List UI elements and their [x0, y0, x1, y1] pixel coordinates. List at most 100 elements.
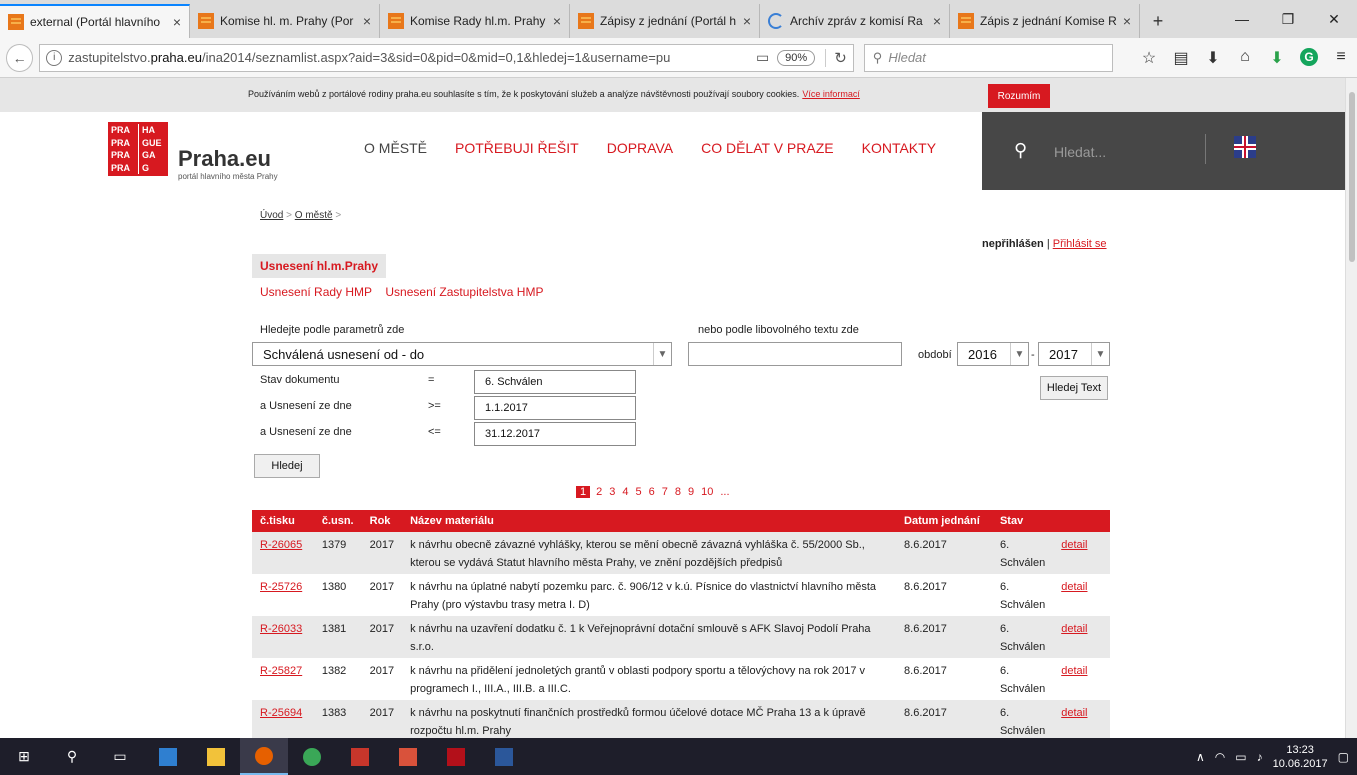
tab-close-icon[interactable]: × — [553, 13, 561, 29]
browser-tab[interactable]: Komise hl. m. Prahy (Por × — [190, 4, 380, 38]
snipping-tool-icon[interactable] — [336, 738, 384, 775]
reader-app-icon[interactable] — [384, 738, 432, 775]
search-button[interactable]: Hledej — [254, 454, 320, 478]
page-link[interactable]: 4 — [622, 486, 628, 498]
menu-icon[interactable]: ≡ — [1325, 48, 1357, 68]
col-header-usn[interactable]: č.usn. — [313, 510, 362, 532]
col-header-rok[interactable]: Rok — [361, 510, 403, 532]
reload-icon[interactable]: ↻ — [825, 48, 847, 67]
home-icon[interactable]: ⌂ — [1229, 48, 1261, 68]
browser-tab[interactable]: Zápisy z jednání (Portál h × — [570, 4, 760, 38]
praha-logo[interactable]: PRA HA PRA GUE PRA GA PRA G — [108, 122, 168, 176]
page-link[interactable]: 5 — [636, 486, 642, 498]
chevron-up-icon[interactable]: ∧ — [1196, 750, 1205, 764]
col-header-tisk[interactable]: č.tisku — [252, 510, 314, 532]
search-icon[interactable]: ⚲ — [1014, 140, 1027, 161]
info-icon[interactable]: i — [46, 49, 63, 66]
wifi-icon[interactable]: ◠ — [1215, 750, 1225, 764]
browser-tab[interactable]: Zápis z jednání Komise R × — [950, 4, 1140, 38]
extension-download-icon[interactable]: ⬇ — [1261, 48, 1293, 68]
detail-link[interactable]: detail — [1061, 581, 1087, 593]
param-select[interactable]: Schválená usnesení od - do ▼ — [252, 342, 672, 366]
logo-text[interactable]: Praha.eu — [178, 146, 271, 172]
file-explorer-icon[interactable] — [192, 738, 240, 775]
windows-start-icon[interactable]: ⊞ — [0, 738, 48, 775]
tab-close-icon[interactable]: × — [363, 13, 371, 29]
browser-tab[interactable]: Archív zpráv z komisí Ra × — [760, 4, 950, 38]
browser-tab[interactable]: external (Portál hlavního × — [0, 4, 190, 38]
page-link[interactable]: 3 — [609, 486, 615, 498]
cookie-accept-button[interactable]: Rozumím — [988, 84, 1050, 108]
tab-close-icon[interactable]: × — [933, 13, 941, 29]
detail-link[interactable]: detail — [1061, 707, 1087, 719]
minimize-icon[interactable]: — — [1219, 11, 1265, 27]
page-link[interactable]: 9 — [688, 486, 694, 498]
chrome-app-icon[interactable] — [288, 738, 336, 775]
back-arrow-icon[interactable]: ← — [6, 43, 34, 72]
breadcrumb-home[interactable]: Úvod — [260, 210, 283, 221]
section-tab[interactable]: Usnesení hl.m.Prahy — [252, 254, 387, 278]
col-header-nazev[interactable]: Název materiálu — [402, 510, 897, 532]
bookmark-star-icon[interactable]: ☆ — [1133, 48, 1165, 68]
detail-link[interactable]: detail — [1061, 539, 1087, 551]
tisk-link[interactable]: R-25827 — [260, 665, 302, 677]
browser-search-input[interactable]: ⚲ Hledat — [863, 43, 1113, 72]
page-link-more[interactable]: ... — [720, 486, 729, 498]
acrobat-app-icon[interactable] — [432, 738, 480, 775]
detail-link[interactable]: detail — [1061, 623, 1087, 635]
zoom-level-badge[interactable]: 90% — [777, 49, 816, 66]
nav-doprava[interactable]: DOPRAVA — [607, 140, 673, 156]
date-from-field[interactable]: 1.1.2017 — [474, 396, 636, 420]
nav-kontakty[interactable]: KONTAKTY — [862, 140, 936, 156]
battery-icon[interactable]: ▭ — [1235, 750, 1246, 764]
link-usneseni-zastupitelstva[interactable]: Usnesení Zastupitelstva HMP — [385, 285, 543, 299]
col-header-stav[interactable]: Stav — [991, 510, 1054, 532]
page-link[interactable]: 2 — [596, 486, 602, 498]
nav-potrebuji-resit[interactable]: POTŘEBUJI ŘEŠIT — [455, 140, 579, 156]
close-window-icon[interactable]: ✕ — [1311, 11, 1357, 28]
nav-o-meste[interactable]: O MĚSTĚ — [364, 140, 427, 156]
search-text-button[interactable]: Hledej Text — [1040, 376, 1108, 400]
login-link[interactable]: Přihlásit se — [1053, 238, 1107, 250]
firefox-app-icon[interactable] — [240, 738, 288, 775]
breadcrumb-o-meste[interactable]: O městě — [295, 210, 333, 221]
cookie-more-link[interactable]: Více informací — [802, 89, 860, 99]
library-icon[interactable]: ▤ — [1165, 48, 1197, 68]
uk-flag-icon[interactable] — [1234, 136, 1256, 158]
freetext-input[interactable] — [688, 342, 902, 366]
scrollbar-thumb[interactable] — [1349, 92, 1355, 262]
edge-app-icon[interactable] — [144, 738, 192, 775]
tab-close-icon[interactable]: × — [173, 14, 181, 30]
notifications-icon[interactable]: ▢ — [1338, 750, 1349, 764]
grammarly-icon[interactable]: G — [1300, 47, 1318, 66]
tisk-link[interactable]: R-25726 — [260, 581, 302, 593]
detail-link[interactable]: detail — [1061, 665, 1087, 677]
browser-tab[interactable]: Komise Rady hl.m. Prahy × — [380, 4, 570, 38]
date-to-field[interactable]: 31.12.2017 — [474, 422, 636, 446]
new-tab-button[interactable]: + — [1140, 4, 1176, 38]
tisk-link[interactable]: R-25694 — [260, 707, 302, 719]
page-link[interactable]: 10 — [701, 486, 713, 498]
status-field[interactable]: 6. Schválen — [474, 370, 636, 394]
tisk-link[interactable]: R-26065 — [260, 539, 302, 551]
restore-icon[interactable]: ❐ — [1265, 11, 1311, 28]
nav-co-delat[interactable]: CO DĚLAT V PRAZE — [701, 140, 834, 156]
tisk-link[interactable]: R-26033 — [260, 623, 302, 635]
page-link-current[interactable]: 1 — [576, 486, 591, 498]
year-from-select[interactable]: 2016 ▼ — [957, 342, 1029, 366]
year-to-select[interactable]: 2017 ▼ — [1038, 342, 1110, 366]
word-app-icon[interactable] — [480, 738, 528, 775]
tab-close-icon[interactable]: × — [1123, 13, 1131, 29]
url-bar[interactable]: i zastupitelstvo.praha.eu/ina2014/seznam… — [39, 43, 854, 72]
page-link[interactable]: 8 — [675, 486, 681, 498]
task-view-icon[interactable]: ▭ — [96, 738, 144, 775]
speaker-icon[interactable]: ♪ — [1257, 750, 1263, 764]
page-scrollbar[interactable] — [1345, 78, 1357, 738]
col-header-datum[interactable]: Datum jednání — [896, 510, 992, 532]
reader-view-icon[interactable]: ▭ — [756, 49, 769, 66]
url-text[interactable]: zastupitelstvo.praha.eu/ina2014/seznamli… — [68, 50, 748, 65]
tab-close-icon[interactable]: × — [743, 13, 751, 29]
page-link[interactable]: 7 — [662, 486, 668, 498]
taskbar-clock[interactable]: 13:23 10.06.2017 — [1273, 743, 1328, 771]
page-link[interactable]: 6 — [649, 486, 655, 498]
